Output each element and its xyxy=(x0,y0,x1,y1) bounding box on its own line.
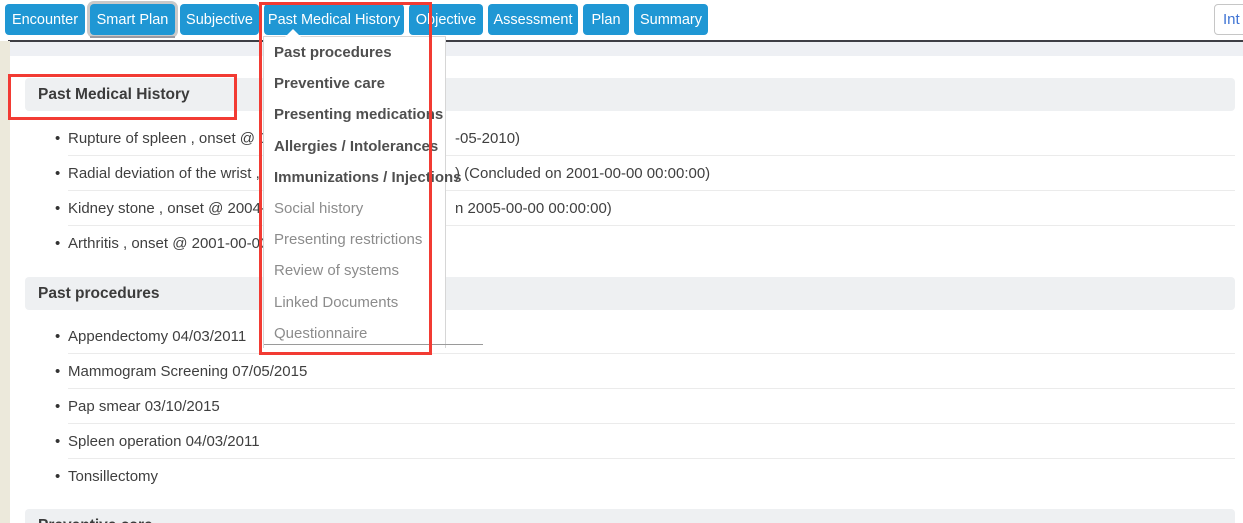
toolbar-button-int-partial[interactable]: Int xyxy=(1214,4,1243,35)
clipped-header-text: Case xyxy=(90,37,175,41)
toolbar-button-summary[interactable]: Summary xyxy=(634,4,708,35)
toolbar-button-objective[interactable]: Objective xyxy=(409,4,483,35)
past-procedures-list: Appendectomy 04/03/2011 Mammogram Screeni… xyxy=(68,319,1235,494)
list-item-text: Arthritis , onset @ 2001-00-00 xyxy=(68,235,268,252)
toolbar-button-plan[interactable]: Plan xyxy=(583,4,629,35)
menu-item-presenting-restrictions[interactable]: Presenting restrictions xyxy=(264,224,445,255)
list-item: Radial deviation of the wrist , ) (Conclu… xyxy=(68,156,1235,191)
dropdown-bottom-divider xyxy=(264,344,483,345)
list-item: Pap smear 03/10/2015 xyxy=(68,389,1235,424)
toolbar-button-assessment[interactable]: Assessment xyxy=(488,4,578,35)
list-item-text: Appendectomy 04/03/2011 xyxy=(68,328,246,345)
list-item-text: Mammogram Screening 07/05/2015 xyxy=(68,363,307,380)
list-item: Arthritis , onset @ 2001-00-00 xyxy=(68,226,1235,261)
past-medical-history-list: Rupture of spleen , onset @ 0-05-2010)Ra… xyxy=(68,121,1235,261)
list-item-text: Spleen operation 04/03/2011 xyxy=(68,433,260,450)
toolbar-button-smart-plan[interactable]: Smart Plan xyxy=(90,4,175,35)
toolbar-button-encounter[interactable]: Encounter xyxy=(5,4,85,35)
menu-item-presenting-medications[interactable]: Presenting medications xyxy=(264,99,445,130)
section-header-past-medical-history: Past Medical History xyxy=(25,78,1235,111)
list-item-text-continued: -05-2010) xyxy=(455,121,520,156)
menu-item-immunizations-injections[interactable]: Immunizations / Injections xyxy=(264,162,445,193)
list-item-text-continued: n 2005-00-00 00:00:00) xyxy=(455,191,612,226)
menu-item-social-history[interactable]: Social history xyxy=(264,193,445,224)
menu-item-allergies-intolerances[interactable]: Allergies / Intolerances xyxy=(264,131,445,162)
section-header-preventive-care: Preventive care xyxy=(25,509,1235,523)
list-item: Mammogram Screening 07/05/2015 xyxy=(68,354,1235,389)
toolbar-buttons: EncounterSmart PlanSubjectivePast Medica… xyxy=(5,4,708,35)
list-item-text-continued: ) (Concluded on 2001-00-00 00:00:00) xyxy=(455,156,710,191)
list-item-text: Radial deviation of the wrist , xyxy=(68,165,260,182)
list-item: Kidney stone , onset @ 2004- n 2005-00-00… xyxy=(68,191,1235,226)
left-margin-strip xyxy=(0,41,10,523)
menu-item-preventive-care[interactable]: Preventive care xyxy=(264,68,445,99)
list-item-text: Pap smear 03/10/2015 xyxy=(68,398,220,415)
list-item: Tonsillectomy xyxy=(68,459,1235,494)
dropdown-caret xyxy=(284,29,302,38)
past-medical-history-dropdown: Past proceduresPreventive carePresenting… xyxy=(263,36,446,348)
toolbar-button-subjective[interactable]: Subjective xyxy=(180,4,259,35)
menu-item-past-procedures[interactable]: Past procedures xyxy=(264,37,445,68)
menu-item-review-of-systems[interactable]: Review of systems xyxy=(264,255,445,286)
subtoolbar-band xyxy=(8,42,1243,56)
list-item: Spleen operation 04/03/2011 xyxy=(68,424,1235,459)
menu-item-linked-documents[interactable]: Linked Documents xyxy=(264,287,445,318)
list-item: Appendectomy 04/03/2011 xyxy=(68,319,1235,354)
list-item-text: Rupture of spleen , onset @ 0 xyxy=(68,130,268,147)
list-item-text: Tonsillectomy xyxy=(68,468,158,485)
section-header-past-procedures: Past procedures xyxy=(25,277,1235,310)
toolbar: EncounterSmart PlanSubjectivePast Medica… xyxy=(0,0,1243,40)
list-item-text: Kidney stone , onset @ 2004- xyxy=(68,200,266,217)
list-item: Rupture of spleen , onset @ 0 -05-2010) xyxy=(68,121,1235,156)
